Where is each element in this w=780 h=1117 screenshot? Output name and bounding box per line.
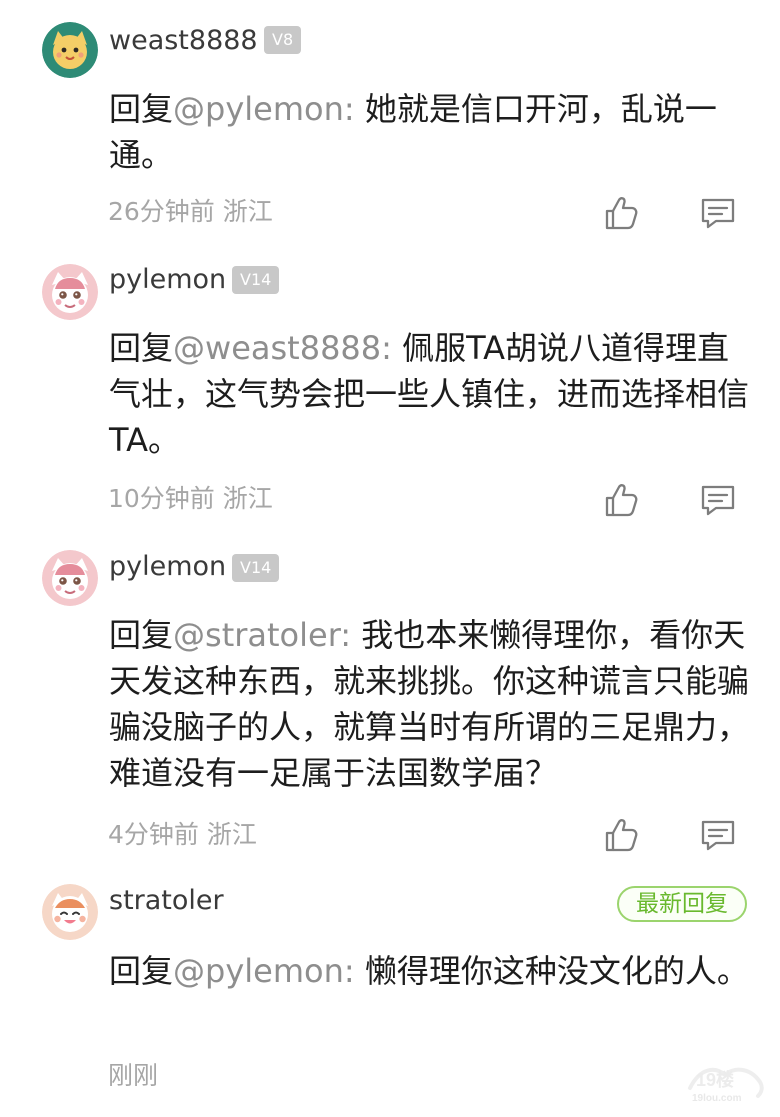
comment-icon[interactable] <box>698 193 738 233</box>
username[interactable]: pylemon <box>109 550 226 584</box>
username[interactable]: stratoler <box>109 884 224 918</box>
avatar[interactable] <box>42 22 98 78</box>
reply-prefix: 回复 <box>109 90 174 128</box>
avatar[interactable] <box>42 550 98 606</box>
comment-meta: 4分钟前 浙江 <box>108 819 257 851</box>
timestamp: 4分钟前 <box>108 820 199 849</box>
mention-link[interactable]: @pylemon: <box>173 952 355 990</box>
mention-link[interactable]: @pylemon: <box>173 90 355 128</box>
username[interactable]: weast8888 <box>109 24 258 58</box>
comment-icon[interactable] <box>698 815 738 855</box>
level-badge: V8 <box>264 26 302 54</box>
thumb-up-icon[interactable] <box>600 480 640 520</box>
thumb-up-icon[interactable] <box>600 815 640 855</box>
comment-text: 回复@pylemon: 她就是信口开河，乱说一通。 <box>109 86 754 178</box>
level-badge: V14 <box>232 554 280 582</box>
reply-prefix: 回复 <box>109 329 174 367</box>
reply-prefix: 回复 <box>109 952 174 990</box>
comment-meta: 10分钟前 浙江 <box>108 483 273 515</box>
new-reply-badge: 最新回复 <box>617 886 747 922</box>
comment-icon[interactable] <box>698 480 738 520</box>
avatar[interactable] <box>42 264 98 320</box>
timestamp: 刚刚 <box>108 1061 159 1090</box>
timestamp: 10分钟前 <box>108 484 215 513</box>
comment-text: 回复@stratoler: 我也本来懒得理你，看你天天发这种东西，就来挑挑。你这… <box>109 612 754 796</box>
thumb-up-icon[interactable] <box>600 193 640 233</box>
username[interactable]: pylemon <box>109 263 226 297</box>
comment-thread: weast8888 V8 回复@pylemon: 她就是信口开河，乱说一通。 2… <box>0 0 780 1117</box>
level-badge: V14 <box>232 266 280 294</box>
timestamp: 26分钟前 <box>108 197 215 226</box>
location: 浙江 <box>222 484 273 513</box>
watermark-top-text: 19楼 <box>696 1069 734 1090</box>
comment-content: 懒得理你这种没文化的人。 <box>364 952 749 990</box>
mention-link[interactable]: @stratoler: <box>173 616 351 654</box>
location: 浙江 <box>206 820 257 849</box>
comment-text: 回复@pylemon: 懒得理你这种没文化的人。 <box>109 948 754 994</box>
avatar[interactable] <box>42 884 98 940</box>
watermark-bottom-text: 19lou.com <box>692 1093 742 1104</box>
comment-meta: 26分钟前 浙江 <box>108 196 273 228</box>
reply-prefix: 回复 <box>109 616 174 654</box>
mention-link[interactable]: @weast8888: <box>173 329 392 367</box>
comment-text: 回复@weast8888: 佩服TA胡说八道得理直气壮，这气势会把一些人镇住，进… <box>109 325 754 463</box>
site-watermark: 19楼 19lou.com <box>682 1058 770 1106</box>
location: 浙江 <box>222 197 273 226</box>
